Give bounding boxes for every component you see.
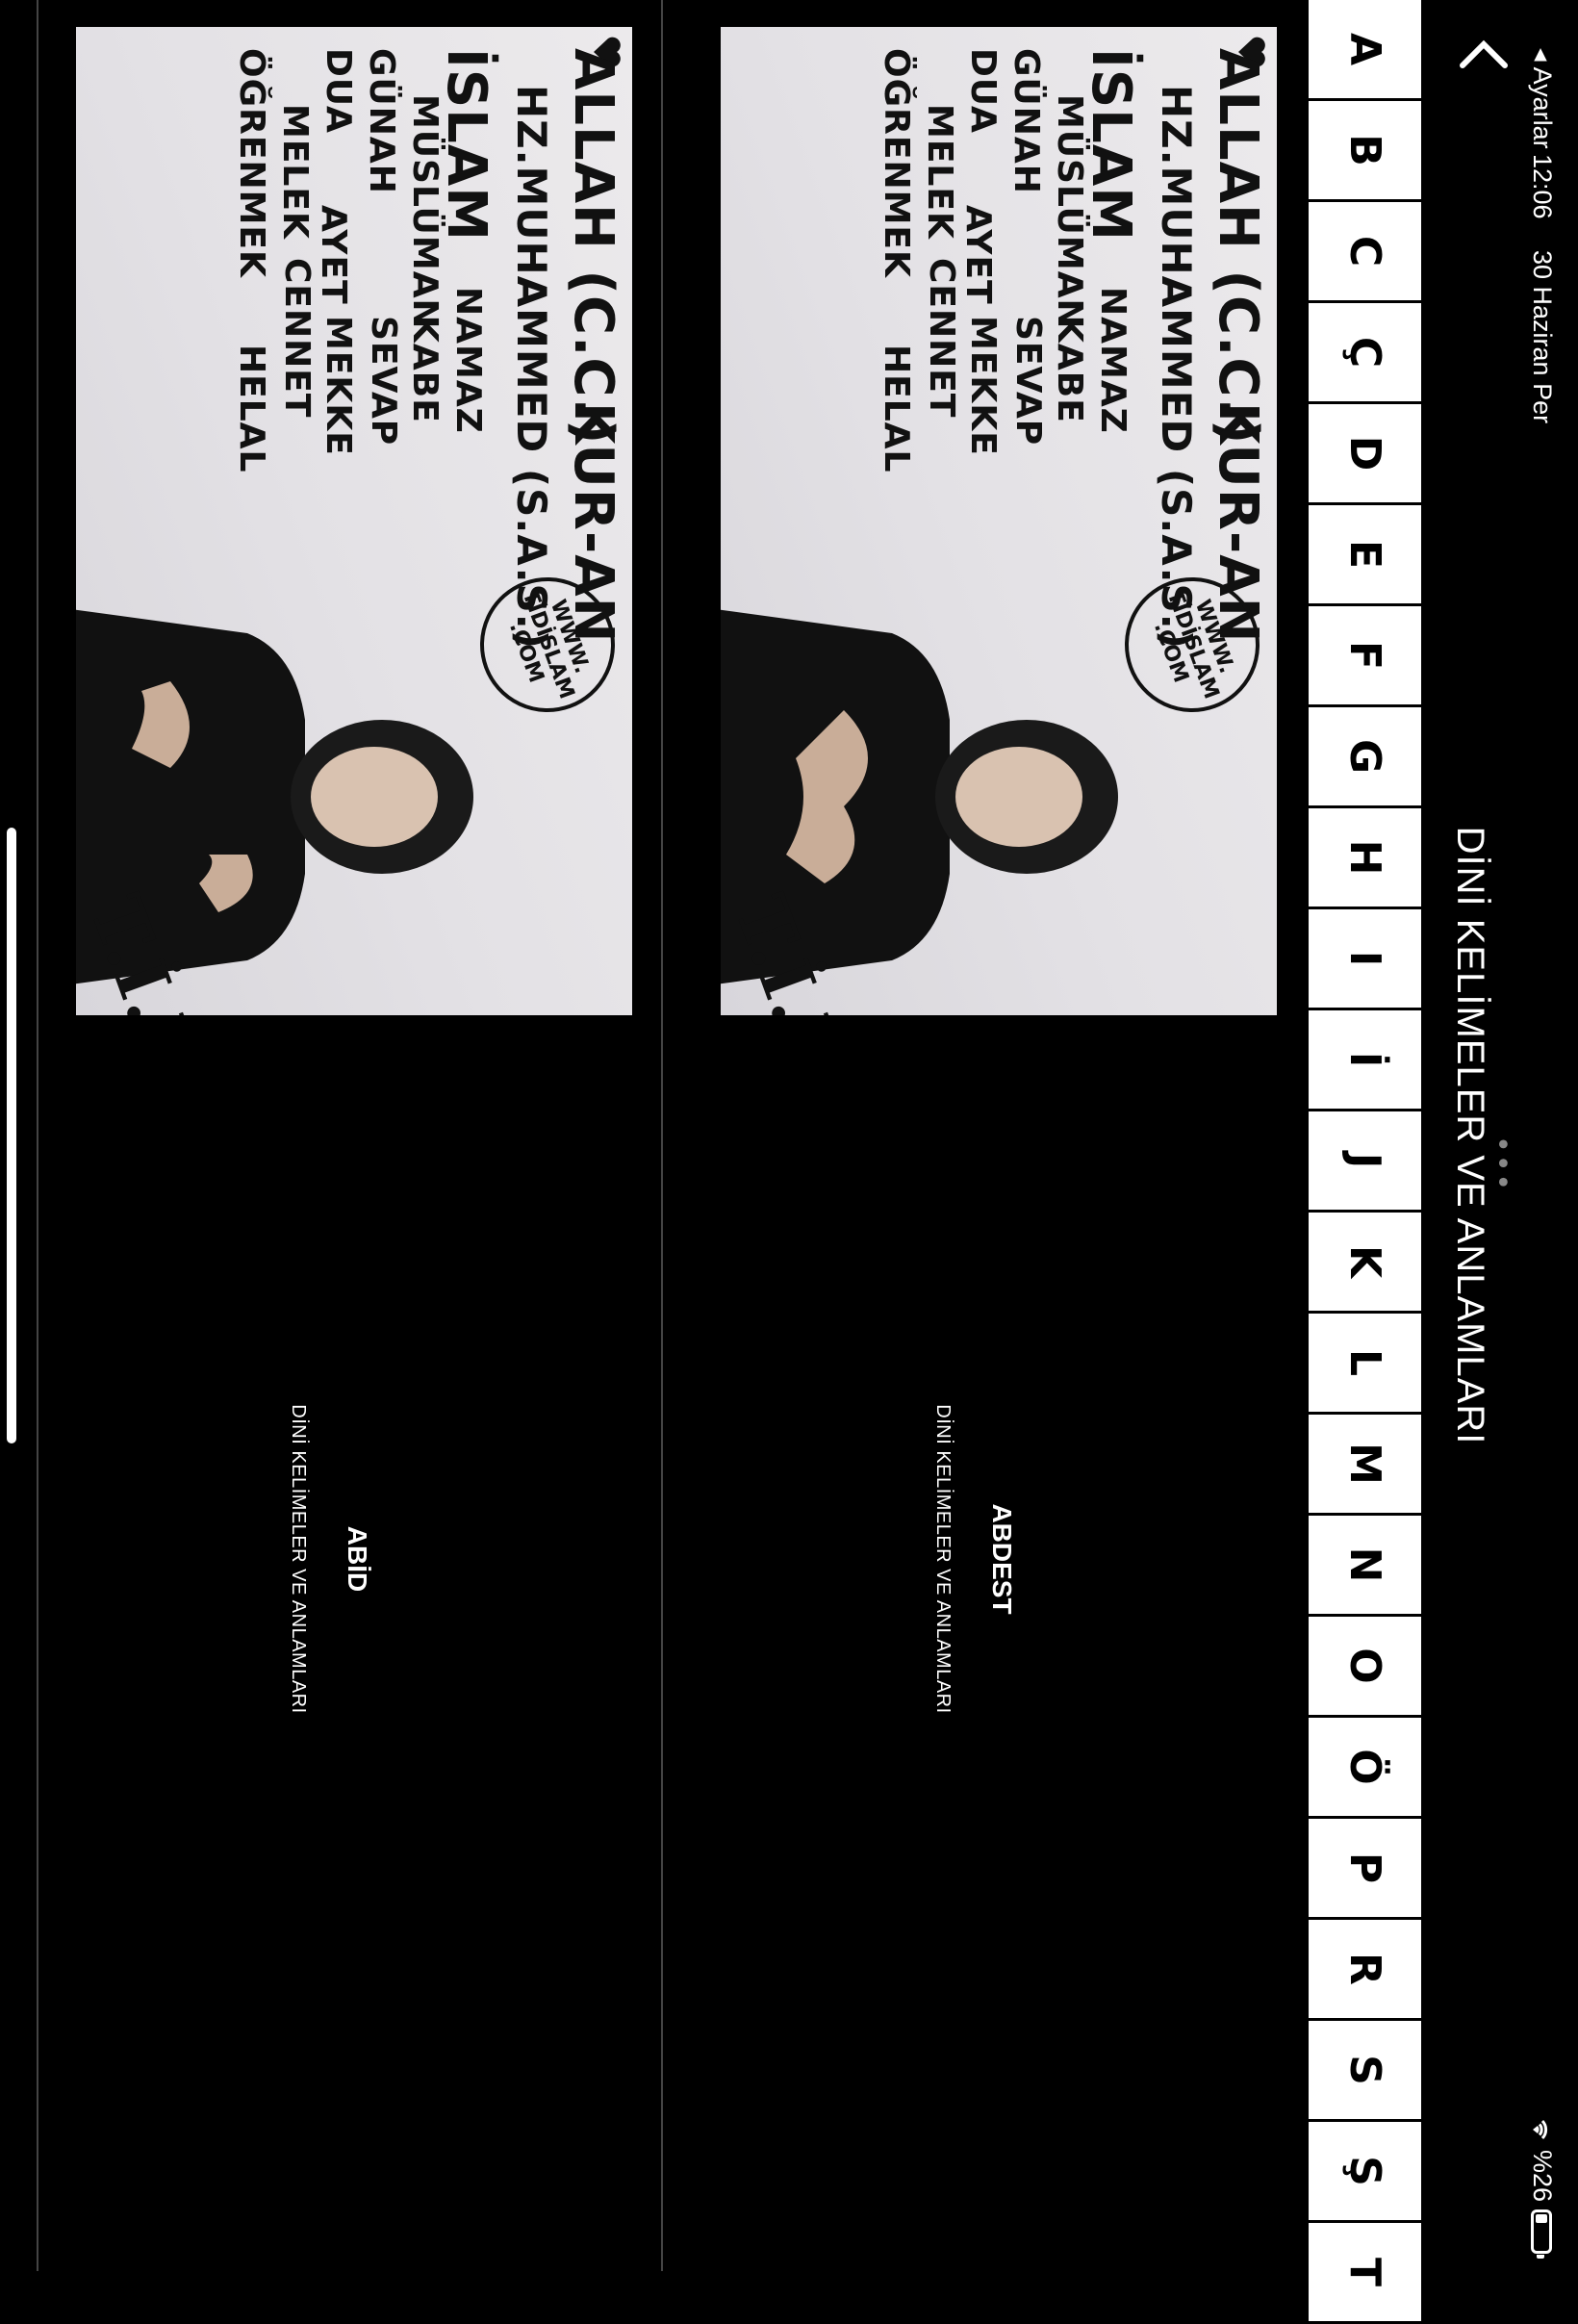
word-muhammed: HZ.MUHAMMED (S.A.S.) (1153, 85, 1200, 650)
alphabet-letter[interactable]: S (1306, 2021, 1421, 2122)
alphabet-letter[interactable]: D (1306, 404, 1421, 505)
word-ogrenmek: ÖĞRENMEK (232, 48, 271, 278)
alphabet-letter[interactable]: K (1306, 1213, 1421, 1314)
alphabet-letter[interactable]: Ö (1306, 1718, 1421, 1819)
alphabet-letter[interactable]: H (1306, 808, 1421, 909)
alphabet-letter[interactable]: O (1306, 1617, 1421, 1718)
home-indicator[interactable] (7, 828, 16, 1443)
word-gunah: GÜNAH (362, 48, 401, 194)
wifi-icon (1533, 2119, 1548, 2139)
word-dua: DUA (963, 48, 1003, 134)
word-cennet: CENNET (277, 258, 317, 419)
battery-icon (1531, 2209, 1553, 2254)
alphabet-letter[interactable]: I (1306, 909, 1421, 1010)
alphabet-letter[interactable]: E (1306, 505, 1421, 606)
word-allah: ALLAH (C.C.) (562, 48, 624, 446)
word-kabe: KABE (1050, 316, 1089, 423)
word-allah: ALLAH (C.C.) (1207, 48, 1269, 446)
alphabet-bar: ABCÇDEFGHIİJKLMNOÖPRSŞT (1306, 0, 1421, 2324)
page-title: DİNİ KELİMELER VE ANLAMLARI (1449, 826, 1491, 1445)
word-helal: HELAL (877, 345, 916, 473)
alphabet-letter[interactable]: J (1306, 1111, 1421, 1213)
alphabet-letter[interactable]: F (1306, 606, 1421, 707)
alphabet-letter[interactable]: M (1306, 1415, 1421, 1516)
alphabet-letter[interactable]: T (1306, 2223, 1421, 2324)
status-date: 30 Haziran Per (1528, 250, 1557, 424)
list-item-title: ABDEST (987, 1503, 1017, 1615)
alphabet-letter[interactable]: Ç (1306, 303, 1421, 404)
word-sevap: SEVAP (1008, 316, 1048, 447)
word-namaz: NAMAZ (1093, 287, 1133, 434)
battery-percent: %26 (1528, 2149, 1557, 2202)
word-sevap: SEVAP (364, 316, 403, 447)
word-ogrenmek: ÖĞRENMEK (877, 48, 916, 278)
alphabet-letter[interactable]: A (1306, 0, 1421, 101)
app-screen: ◂ Ayarlar 12:06 30 Haziran Per %26 ••• D… (0, 0, 1578, 2324)
video-thumbnail[interactable]: ALLAH (C.C.) KUR-AN HZ.MUHAMMED (S.A.S.)… (76, 27, 632, 1015)
word-melek: MELEK (920, 104, 959, 240)
status-right-group: %26 (1527, 2117, 1557, 2254)
list-item-title: ABİD (343, 1525, 372, 1593)
status-time: 12:06 (1528, 154, 1557, 219)
word-musluman: MÜSLÜMAN (1050, 94, 1089, 329)
word-cennet: CENNET (922, 258, 961, 419)
alphabet-letter[interactable]: Ş (1306, 2122, 1421, 2223)
word-namaz: NAMAZ (448, 287, 488, 434)
alphabet-letter[interactable]: B (1306, 101, 1421, 202)
alphabet-letter[interactable]: G (1306, 707, 1421, 808)
alphabet-letter[interactable]: P (1306, 1819, 1421, 1920)
list-item-caption: ABDEST DİNİ KELİMELER VE ANLAMLARI (931, 1366, 1017, 1751)
alphabet-letter[interactable]: İ (1306, 1010, 1421, 1111)
word-helal: HELAL (232, 345, 271, 473)
alphabet-letter[interactable]: N (1306, 1516, 1421, 1617)
status-bar: ◂ Ayarlar 12:06 30 Haziran Per %26 (1520, 0, 1578, 2271)
alphabet-letter[interactable]: R (1306, 1920, 1421, 2021)
divider (37, 0, 38, 2271)
word-ayet: AYET (958, 205, 998, 305)
word-muhammed: HZ.MUHAMMED (S.A.S.) (508, 85, 555, 650)
status-back-to-settings[interactable]: ◂ Ayarlar (1527, 48, 1557, 149)
list-item-subtitle: DİNİ KELİMELER VE ANLAMLARI (932, 1404, 954, 1714)
list-item-subtitle: DİNİ KELİMELER VE ANLAMLARI (288, 1404, 309, 1714)
alphabet-letter[interactable]: L (1306, 1314, 1421, 1415)
list-item-caption: ABİD DİNİ KELİMELER VE ANLAMLARI (287, 1366, 372, 1751)
word-gunah: GÜNAH (1006, 48, 1046, 194)
battery-fill (1536, 2214, 1548, 2223)
navigation-bar: ••• DİNİ KELİMELER VE ANLAMLARI (1422, 0, 1518, 2271)
word-melek: MELEK (275, 104, 315, 240)
word-ayet: AYET (314, 205, 353, 305)
list-item[interactable]: ALLAH (C.C.) KUR-AN HZ.MUHAMMED (S.A.S.)… (664, 0, 1306, 2271)
word-mekke: MEKKE (318, 316, 358, 456)
video-thumbnail[interactable]: ALLAH (C.C.) KUR-AN HZ.MUHAMMED (S.A.S.)… (721, 27, 1277, 1015)
word-dua: DUA (318, 48, 358, 134)
word-mekke: MEKKE (963, 316, 1003, 456)
alphabet-letter[interactable]: C (1306, 202, 1421, 303)
word-kabe: KABE (405, 316, 445, 423)
word-musluman: MÜSLÜMAN (405, 94, 445, 329)
list-item[interactable]: ALLAH (C.C.) KUR-AN HZ.MUHAMMED (S.A.S.)… (19, 0, 663, 2271)
